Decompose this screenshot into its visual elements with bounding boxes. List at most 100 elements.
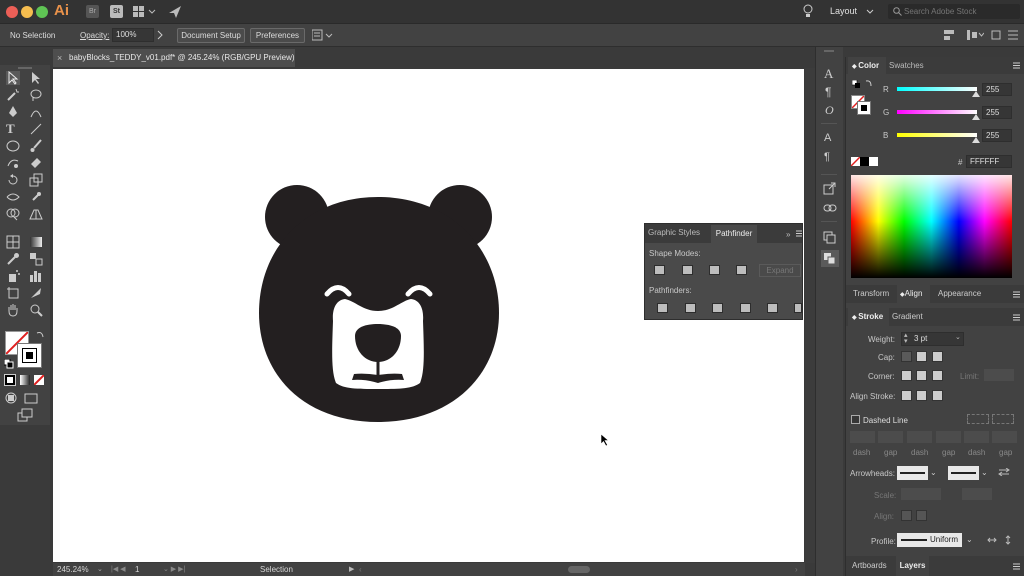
collapse-panel-icon[interactable]: » — [786, 230, 790, 239]
shape-builder-tool-icon[interactable] — [6, 207, 20, 221]
preferences-button[interactable]: Preferences — [250, 28, 305, 43]
arrange-documents-icon[interactable] — [312, 29, 334, 41]
workspace-grid-icon[interactable] — [133, 6, 157, 18]
scroll-right-icon[interactable]: › — [795, 563, 798, 576]
b-slider-track[interactable] — [897, 133, 977, 137]
color-spectrum[interactable] — [851, 175, 1012, 278]
character-panel-icon[interactable]: A — [824, 66, 833, 82]
divide-button[interactable] — [657, 303, 668, 313]
ellipse-tool-icon[interactable] — [6, 139, 20, 153]
bridge-button[interactable]: Br — [86, 5, 99, 18]
projecting-cap-button[interactable] — [932, 351, 943, 362]
paintbrush-tool-icon[interactable] — [29, 139, 43, 153]
expand-button[interactable]: Expand — [759, 264, 801, 277]
screen-mode-icon[interactable] — [24, 392, 38, 404]
tab-swatches[interactable]: Swatches — [889, 57, 924, 74]
direct-selection-tool-icon[interactable] — [29, 71, 43, 85]
color-mode-icon[interactable] — [4, 374, 16, 386]
b-value-field[interactable]: 255 — [982, 129, 1012, 142]
gap-field-2[interactable] — [936, 431, 961, 443]
layout-dropdown[interactable]: Layout — [822, 4, 878, 19]
symbol-sprayer-tool-icon[interactable] — [6, 269, 20, 283]
paragraph-panel-icon[interactable]: ¶ — [825, 85, 831, 99]
tab-transform[interactable]: Transform — [853, 285, 889, 303]
tab-gradient[interactable]: Gradient — [892, 308, 923, 326]
type-tool-icon[interactable]: T — [6, 122, 20, 136]
zoom-level[interactable]: 245.24% — [57, 563, 89, 576]
chevron-right-icon[interactable] — [156, 30, 164, 40]
dash-field-1[interactable] — [850, 431, 875, 443]
stroke-swatch[interactable] — [17, 343, 42, 368]
eraser-tool-icon[interactable] — [29, 156, 43, 170]
curvature-tool-icon[interactable] — [29, 105, 43, 119]
close-window-button[interactable] — [6, 6, 18, 18]
distribute-icon[interactable] — [966, 29, 984, 41]
intersect-button[interactable] — [709, 265, 720, 275]
weight-field[interactable]: ▴ ▾ 3 pt ⌄ — [901, 332, 964, 346]
tab-stroke[interactable]: ◆ Stroke — [848, 308, 889, 326]
column-graph-tool-icon[interactable] — [29, 269, 43, 283]
end-arrowhead-chevron-icon[interactable]: ⌄ — [981, 468, 988, 477]
document-tab[interactable]: × babyBlocks_TEDDY_v01.pdf* @ 245.24% (R… — [53, 49, 295, 67]
flip-along-icon[interactable] — [987, 535, 997, 545]
menu-icon[interactable] — [1008, 29, 1018, 41]
opacity-label[interactable]: Opacity: — [80, 31, 109, 40]
tab-artboards[interactable]: Artboards — [852, 556, 887, 576]
start-arrowhead-chevron-icon[interactable]: ⌄ — [930, 468, 937, 477]
gradient-mode-icon[interactable] — [20, 375, 30, 385]
none-color-swatch[interactable] — [851, 157, 860, 166]
unite-button[interactable] — [654, 265, 665, 275]
r-value-field[interactable]: 255 — [982, 83, 1012, 96]
close-tab-icon[interactable]: × — [57, 49, 62, 67]
exclude-button[interactable] — [736, 265, 747, 275]
tab-color[interactable]: ◆ Color — [848, 57, 886, 74]
none-mode-icon[interactable] — [34, 375, 44, 385]
start-scale-field[interactable] — [901, 488, 941, 500]
dash-field-2[interactable] — [907, 431, 932, 443]
stroke-panel-menu-icon[interactable] — [1013, 314, 1020, 321]
next-artboard-icon[interactable]: ⌄ ▶ ▶| — [163, 563, 185, 576]
limit-field[interactable] — [984, 369, 1014, 381]
preserve-dash-button[interactable] — [967, 414, 989, 424]
end-arrowhead-select[interactable] — [948, 466, 979, 480]
transform-panel-menu-icon[interactable] — [1013, 291, 1020, 298]
artboard-number[interactable]: 1 — [135, 563, 139, 576]
scale-tool-icon[interactable] — [29, 173, 43, 187]
layers-panel-menu-icon[interactable] — [1013, 563, 1020, 570]
align-panel-icon[interactable] — [943, 29, 955, 41]
swap-fill-stroke-icon[interactable] — [36, 330, 45, 339]
scroll-left-icon[interactable]: ‹ — [359, 563, 362, 576]
b-slider-thumb[interactable] — [972, 137, 980, 143]
g-slider-track[interactable] — [897, 110, 977, 114]
character-styles-icon[interactable]: A — [824, 132, 831, 144]
stock-button[interactable]: St — [110, 5, 123, 18]
draw-mode-icon[interactable] — [5, 392, 17, 404]
links-icon[interactable] — [823, 203, 837, 213]
bevel-join-button[interactable] — [932, 370, 943, 381]
start-arrowhead-select[interactable] — [897, 466, 928, 480]
black-color-swatch[interactable] — [860, 157, 869, 166]
stock-search-field[interactable] — [888, 4, 1020, 19]
export-asset-icon[interactable] — [823, 182, 836, 195]
arrow-extend-button[interactable] — [901, 510, 912, 521]
align-inside-button[interactable] — [916, 390, 927, 401]
trim-button[interactable] — [685, 303, 696, 313]
r-slider-track[interactable] — [897, 87, 977, 91]
mini-swap-icon[interactable] — [865, 79, 873, 87]
tab-align[interactable]: ◆Align — [897, 285, 930, 303]
color-stroke-swatch[interactable] — [857, 101, 871, 115]
hex-value-field[interactable]: FFFFFF — [966, 155, 1012, 168]
minus-back-button[interactable] — [794, 303, 802, 313]
miter-join-button[interactable] — [901, 370, 912, 381]
rotate-tool-icon[interactable] — [6, 173, 20, 187]
stepper-icon[interactable]: ▴ ▾ — [904, 332, 908, 345]
blend-tool-icon[interactable] — [29, 252, 43, 266]
tab-graphic-styles[interactable]: Graphic Styles — [648, 228, 700, 237]
artboards-panel-icon[interactable] — [823, 231, 836, 244]
puppet-warp-tool-icon[interactable] — [29, 190, 43, 204]
transform-panel-icon[interactable] — [990, 29, 1002, 41]
tab-pathfinder[interactable]: Pathfinder — [711, 225, 757, 243]
flip-across-icon[interactable] — [1003, 535, 1013, 545]
zoom-window-button[interactable] — [36, 6, 48, 18]
opentype-panel-icon[interactable]: O — [825, 103, 834, 118]
